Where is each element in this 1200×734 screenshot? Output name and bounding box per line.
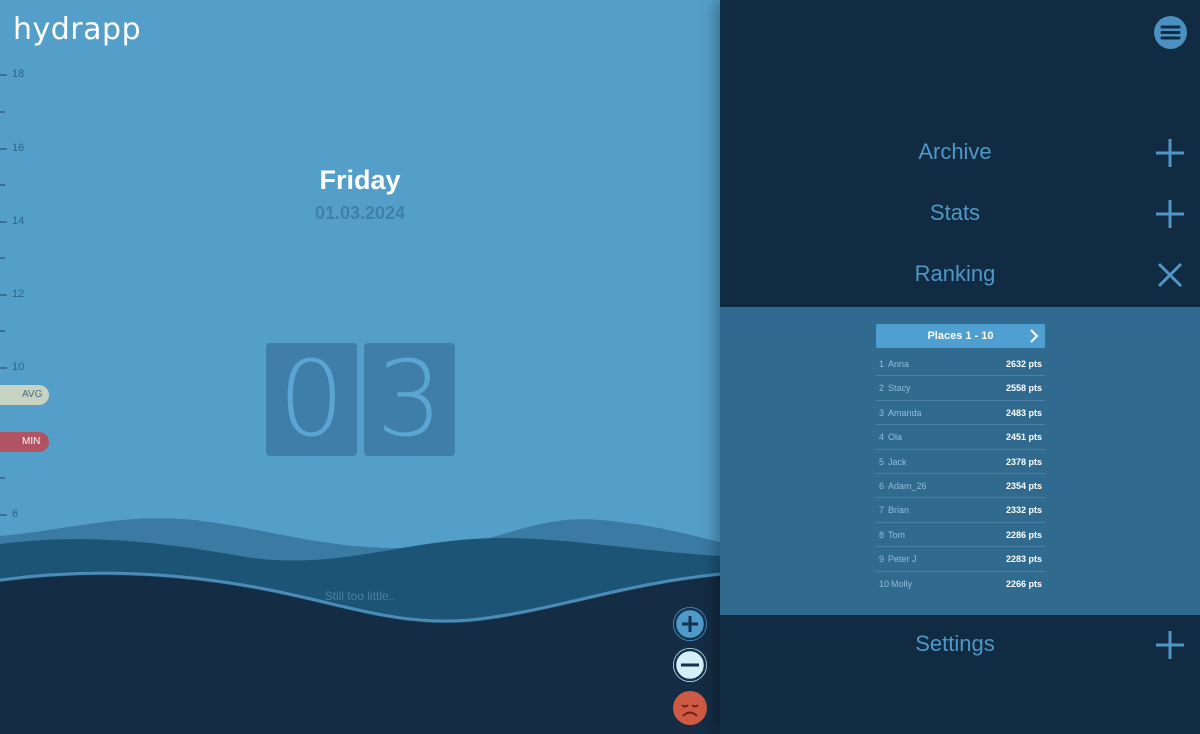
ranking-row: 10 Molly 2266 pts: [876, 572, 1045, 596]
rank-user-name: Adam_26: [888, 480, 927, 491]
rank-position: 4: [879, 432, 885, 443]
remove-water-button[interactable]: [673, 648, 707, 682]
scale-label: 12: [12, 288, 25, 300]
ranking-row: 7 Brian 2332 pts: [876, 498, 1045, 523]
menu-item-stats[interactable]: Stats: [720, 190, 1200, 236]
rank-user-name: Stacy: [888, 383, 911, 394]
plus-icon[interactable]: [1155, 138, 1185, 168]
water-tracker-view: hydrapp 18 16 14 12 10 6 4 2 AVG MIN Fri…: [0, 0, 720, 734]
scale-tick: [0, 148, 7, 150]
rank-points: 2632 pts: [1005, 359, 1042, 369]
scale-tick: [0, 111, 5, 113]
rank-points: 2266 pts: [1005, 578, 1042, 589]
current-date: 01.03.2024: [314, 203, 406, 223]
ranking-row: 8 Tom 2286 pts: [876, 523, 1045, 548]
menu-item-ranking[interactable]: Ranking: [720, 251, 1200, 297]
rank-position: 7: [879, 505, 885, 516]
scale-label: 10: [12, 361, 25, 373]
rank-points: 2332 pts: [1005, 505, 1042, 516]
ranking-row: 1 Anna 2632 pts: [876, 352, 1045, 377]
rank-user-name: Tom: [888, 529, 906, 540]
status-message: Still too little..: [324, 589, 396, 603]
add-water-button[interactable]: [673, 607, 707, 641]
rank-position: 10: [879, 578, 890, 589]
avg-marker: AVG: [0, 385, 49, 405]
menu-item-label: Stats: [929, 200, 981, 225]
ranking-row: 2 Stacy 2558 pts: [876, 376, 1045, 401]
rank-position: 6: [879, 480, 885, 491]
rank-points: 2558 pts: [1005, 383, 1042, 394]
scale-label: 18: [12, 68, 25, 80]
scale-tick: [0, 294, 7, 296]
rank-user-name: Jack: [888, 456, 907, 467]
places-label: Places 1 - 10: [927, 330, 994, 342]
hamburger-icon: [1160, 25, 1181, 40]
rank-user-name: Ola: [888, 432, 903, 443]
plus-icon[interactable]: [1155, 199, 1185, 229]
rank-user-name: Molly: [891, 578, 913, 589]
rank-position: 2: [879, 383, 885, 394]
counter-digit-tens: 0: [266, 343, 357, 456]
counter-digit-ones: 3: [364, 343, 455, 456]
ranking-row: 3 Amanda 2483 pts: [876, 401, 1045, 426]
rank-position: 8: [879, 529, 885, 540]
menu-item-label: Archive: [918, 139, 992, 164]
menu-item-label: Ranking: [914, 261, 996, 286]
scale-tick: [0, 257, 5, 259]
places-pager[interactable]: Places 1 - 10: [876, 324, 1045, 348]
rank-user-name: Anna: [888, 359, 910, 369]
rank-points: 2483 pts: [1005, 407, 1042, 418]
sad-face-icon: [681, 704, 699, 717]
close-icon[interactable]: [1155, 260, 1185, 290]
scale-tick: [0, 74, 7, 76]
rank-user-name: Peter J: [888, 554, 917, 565]
menu-item-settings[interactable]: Settings: [720, 621, 1200, 667]
rank-points: 2451 pts: [1005, 432, 1042, 443]
menu-toggle-button[interactable]: [1154, 16, 1187, 49]
rank-user-name: Amanda: [888, 407, 922, 418]
min-marker: MIN: [0, 432, 49, 452]
menu-item-label: Settings: [915, 631, 995, 656]
scale-tick: [0, 330, 5, 332]
water-waves: [0, 518, 720, 734]
menu-item-archive[interactable]: Archive: [720, 129, 1200, 175]
rank-user-name: Brian: [888, 505, 910, 516]
ranking-row: 5 Jack 2378 pts: [876, 450, 1045, 474]
ranking-row: 9 Peter J 2283 pts: [876, 547, 1045, 572]
counter-digit-text: 3: [376, 338, 443, 460]
rank-position: 3: [879, 407, 885, 418]
rank-points: 2378 pts: [1005, 456, 1042, 467]
ranking-row: 4 Ola 2451 pts: [876, 425, 1045, 450]
scale-tick: [0, 367, 7, 369]
day-name: Friday: [319, 165, 401, 195]
rank-points: 2283 pts: [1005, 554, 1042, 565]
rank-position: 9: [879, 554, 885, 565]
minus-icon: [673, 648, 707, 682]
ranking-row: 6 Adam_26 2354 pts: [876, 474, 1045, 499]
mood-button[interactable]: [673, 691, 707, 725]
plus-icon[interactable]: [1155, 630, 1185, 660]
counter-digit-text: 0: [278, 338, 345, 460]
rank-points: 2354 pts: [1005, 480, 1042, 491]
rank-points: 2286 pts: [1005, 529, 1042, 540]
rank-position: 1: [879, 359, 885, 369]
ranking-list: 1 Anna 2632 pts 2 Stacy 2558 pts 3 Amanda 2483 p…: [876, 352, 1045, 596]
scale-tick: [0, 477, 5, 479]
plus-icon: [673, 607, 707, 641]
scale-label: 16: [12, 142, 25, 154]
rank-position: 5: [879, 456, 885, 467]
ranking-panel: Places 1 - 10 1 Anna 2632 pts 2 Stacy 2558 pt…: [720, 307, 1200, 615]
side-menu: Archive Stats Ranking Places 1 - 10 1 Ann…: [720, 0, 1200, 734]
chevron-right-icon[interactable]: [1027, 328, 1041, 344]
